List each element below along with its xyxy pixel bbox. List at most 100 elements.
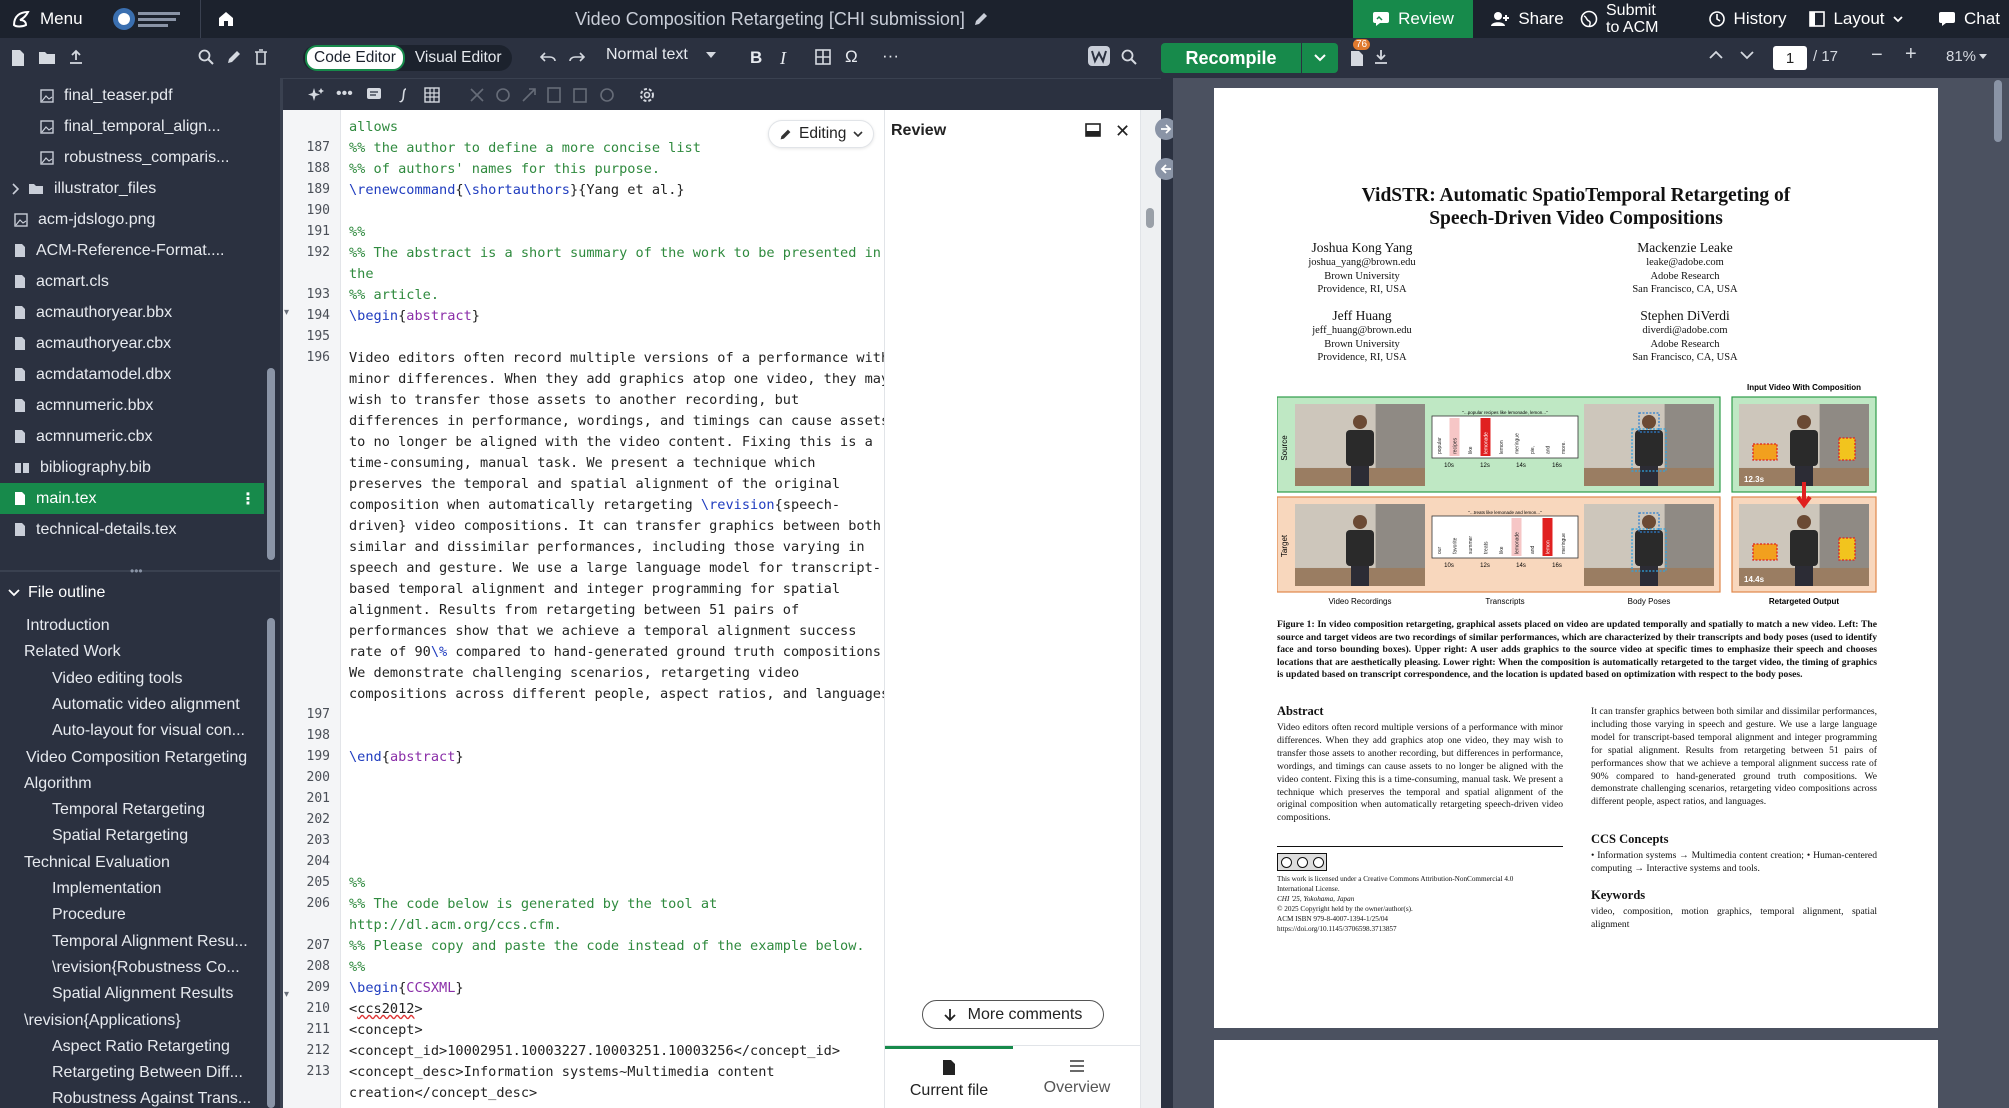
file-tree-item[interactable]: technical-details.tex	[0, 514, 264, 545]
outline-item[interactable]: Spatial Retargeting	[52, 823, 262, 849]
code-line[interactable]: \end{abstract}	[349, 749, 464, 765]
file-tree-item[interactable]: illustrator_files	[0, 173, 264, 204]
code-line[interactable]: compositions across different people, as…	[349, 686, 897, 702]
outline-item[interactable]: \revision{Applications}	[24, 1008, 262, 1034]
code-line[interactable]: %% Please copy and paste the code instea…	[349, 938, 865, 954]
editor-scrollbar-track[interactable]	[1140, 110, 1161, 1108]
comment-icon[interactable]	[366, 87, 382, 103]
code-line[interactable]: creation</concept_desc>	[349, 1085, 537, 1101]
code-line[interactable]: %% The code below is generated by the to…	[349, 896, 717, 912]
file-tree-item[interactable]: acmnumeric.bbx	[0, 390, 264, 421]
code-line[interactable]: similar and dissimilar performances, inc…	[349, 539, 865, 555]
code-line[interactable]: \begin{abstract}	[349, 308, 480, 324]
splitter-handle-icon[interactable]: •••	[130, 564, 143, 578]
fold-arrow-icon[interactable]: ▾	[284, 307, 289, 318]
outline-item[interactable]: Retargeting Between Diff...	[52, 1060, 262, 1086]
outline-item[interactable]: Procedure	[52, 902, 262, 928]
rename-pencil-icon[interactable]	[973, 11, 989, 27]
code-line[interactable]: driven} video compositions. It can trans…	[349, 518, 881, 534]
outline-item[interactable]: Aspect Ratio Retargeting	[52, 1034, 262, 1060]
previous-page-icon[interactable]	[1709, 50, 1723, 60]
file-tree-scrollbar[interactable]	[267, 368, 275, 560]
code-line[interactable]: <concept_id>10002951.10003227.10003251.1…	[349, 1043, 840, 1059]
code-line[interactable]: speech and gesture. We use a large langu…	[349, 560, 881, 576]
code-line[interactable]: performances show that we achieve a temp…	[349, 623, 856, 639]
outline-item[interactable]: Automatic video alignment	[52, 692, 262, 718]
dock-panel-icon[interactable]	[1085, 123, 1101, 137]
file-tree-item[interactable]: acmart.cls	[0, 266, 264, 297]
chat-button[interactable]: Chat	[1931, 0, 2007, 38]
file-tree-item[interactable]: main.tex ⋮	[0, 483, 264, 514]
code-line[interactable]: We demonstrate challenging scenarios, re…	[349, 665, 799, 681]
code-line[interactable]: <concept>	[349, 1022, 423, 1038]
fold-arrow-icon[interactable]: ▾	[284, 989, 289, 1000]
file-tree-item[interactable]: final_teaser.pdf	[0, 80, 264, 111]
file-options-icon[interactable]: ⋮	[240, 489, 256, 509]
code-line[interactable]: <ccs2012>	[349, 1001, 423, 1017]
file-tree-item[interactable]: acmnumeric.cbx	[0, 421, 264, 452]
code-line[interactable]: the	[349, 266, 374, 282]
upload-icon[interactable]	[68, 49, 84, 67]
outline-item[interactable]: Auto-layout for visual con...	[52, 718, 262, 744]
file-tree-item[interactable]: ACM-Reference-Format....	[0, 235, 264, 266]
layout-button[interactable]: Layout	[1806, 0, 1906, 38]
project-title-area[interactable]: Video Composition Retargeting [CHI submi…	[575, 0, 1075, 38]
code-line[interactable]: %% article.	[349, 287, 439, 303]
zoom-in-icon[interactable]: +	[1905, 43, 1917, 66]
editing-mode-dropdown[interactable]: Editing	[768, 120, 875, 148]
share-button[interactable]: Share	[1477, 0, 1577, 38]
code-line[interactable]: <concept_desc>Information systems~Multim…	[349, 1064, 775, 1080]
zoom-out-icon[interactable]: −	[1871, 44, 1883, 67]
tab-current-file[interactable]: Current file	[885, 1046, 1013, 1108]
search-icon[interactable]	[198, 49, 214, 65]
file-tree-item[interactable]: acmdatamodel.dbx	[0, 359, 264, 390]
code-line[interactable]: %%	[349, 224, 365, 240]
new-file-icon[interactable]	[10, 49, 26, 67]
delete-icon[interactable]	[254, 49, 268, 65]
rename-icon[interactable]	[226, 49, 242, 65]
file-tree-item[interactable]: acm-jdslogo.png	[0, 204, 264, 235]
file-outline-header[interactable]: File outline	[0, 578, 280, 608]
code-line[interactable]: alignment. Results from retargeting betw…	[349, 602, 799, 618]
code-line[interactable]: \begin{CCSXML}	[349, 980, 464, 996]
file-tree-item[interactable]: acmauthoryear.cbx	[0, 328, 264, 359]
grid-icon[interactable]	[424, 87, 440, 103]
review-button[interactable]: Review	[1353, 0, 1473, 38]
home-button[interactable]	[200, 0, 250, 38]
ai-sparkle-icon[interactable]	[307, 87, 325, 103]
pdf-scrollbar-thumb[interactable]	[1994, 80, 2002, 142]
undo-icon[interactable]	[540, 49, 556, 65]
code-line[interactable]: minor differences. When they add graphic…	[349, 371, 889, 387]
editor-scrollbar-thumb[interactable]	[1146, 208, 1154, 228]
pane-divider[interactable]	[1155, 38, 1177, 1108]
outline-item[interactable]: Introduction	[26, 613, 262, 639]
toggle-editor-layout-icon[interactable]	[1088, 46, 1110, 66]
recompile-button[interactable]: Recompile	[1161, 43, 1301, 73]
page-number-input[interactable]: 1	[1773, 46, 1807, 70]
outline-item[interactable]: Related Work	[24, 639, 262, 665]
code-line[interactable]: %% The abstract is a short summary of th…	[349, 245, 881, 261]
file-tree-item[interactable]: bibliography.bib	[0, 452, 264, 483]
close-icon[interactable]: ✕	[1115, 121, 1130, 142]
outline-item[interactable]: Temporal Alignment Resu...	[52, 929, 262, 955]
code-line[interactable]: based temporal alignment and integer pro…	[349, 581, 840, 597]
code-line[interactable]: wish to transfer those assets to another…	[349, 392, 799, 408]
settings-gear-icon[interactable]	[638, 86, 656, 104]
bullets-icon[interactable]: •••	[336, 85, 353, 103]
next-page-icon[interactable]	[1740, 50, 1754, 60]
submit-to-acm-button[interactable]: Submit to ACM	[1580, 0, 1690, 38]
outline-item[interactable]: Video Composition Retargeting	[26, 745, 262, 771]
code-line[interactable]: rate of 90\% compared to hand-generated …	[349, 644, 889, 660]
outline-item[interactable]: Algorithm	[24, 771, 262, 797]
code-line[interactable]: to no longer be aligned with the video c…	[349, 434, 873, 450]
code-line[interactable]: %%	[349, 959, 365, 975]
file-tree-item[interactable]: final_temporal_align...	[0, 111, 264, 142]
visual-editor-toggle[interactable]: Visual Editor	[407, 47, 510, 69]
redo-icon[interactable]	[569, 49, 585, 65]
logs-button[interactable]: 76	[1349, 39, 1371, 67]
code-line[interactable]: preserves the temporal and spatial align…	[349, 476, 840, 492]
code-editor[interactable]: 187 188 189 190 191 192 193 194 195 196 197 198 199 2…	[283, 110, 897, 1108]
outline-item[interactable]: Temporal Retargeting	[52, 797, 262, 823]
italic-icon[interactable]: I	[780, 48, 786, 69]
code-line[interactable]: Video editors often record multiple vers…	[349, 350, 889, 366]
